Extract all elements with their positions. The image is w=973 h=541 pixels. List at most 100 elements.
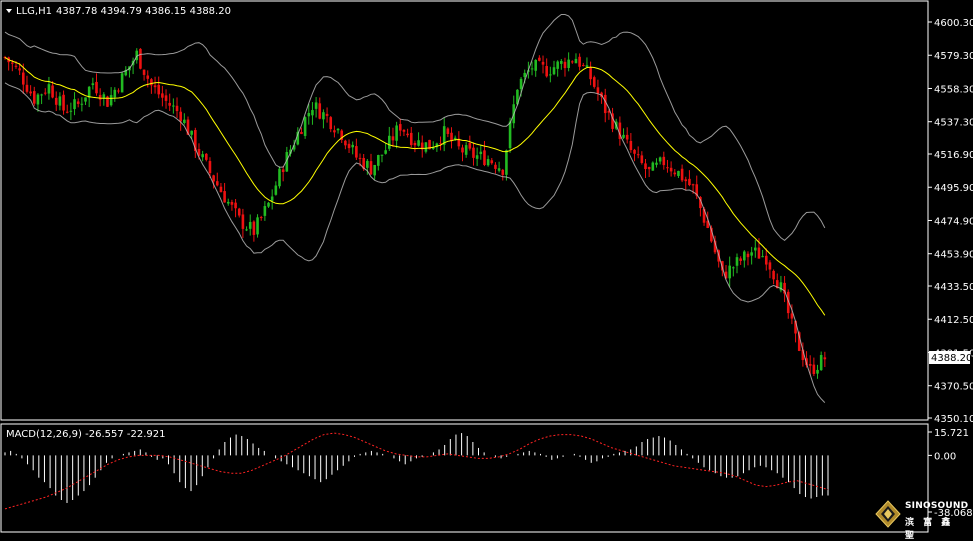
- candle-body: [677, 170, 680, 176]
- candle-body: [98, 94, 102, 100]
- candle-body: [205, 153, 208, 160]
- candle-body: [54, 97, 58, 105]
- candle-body: [684, 179, 688, 182]
- candle-body: [461, 147, 464, 153]
- candle-body: [816, 369, 819, 374]
- candle-body: [395, 125, 398, 141]
- candle-body: [486, 159, 490, 166]
- candle-body: [241, 214, 245, 229]
- candle-body: [424, 142, 428, 152]
- candle-body: [764, 255, 768, 265]
- candle-body: [274, 185, 278, 195]
- candle-body: [58, 96, 62, 106]
- candle-body: [519, 78, 523, 90]
- candle-body: [691, 184, 695, 186]
- candle-body: [32, 91, 36, 104]
- candle-body: [472, 147, 475, 158]
- candle-body: [384, 150, 387, 154]
- watermark-brand: SINOSOUND: [905, 501, 969, 511]
- candle-body: [479, 151, 483, 155]
- candle-body: [625, 134, 629, 140]
- macd-tick-label: 15.721: [934, 428, 969, 439]
- candle-body: [300, 131, 303, 135]
- candle-body: [307, 112, 311, 117]
- candle-body: [322, 112, 325, 120]
- candle-body: [391, 136, 395, 141]
- candle-body: [314, 102, 318, 109]
- candle-body: [40, 94, 43, 96]
- candle-body: [662, 156, 666, 166]
- current-price-label: 4388.20: [931, 353, 972, 364]
- candle-body: [655, 162, 658, 165]
- candle-body: [603, 94, 607, 114]
- candle-body: [259, 217, 263, 219]
- candle-body: [172, 105, 175, 107]
- price-tick-label: 4495.90: [934, 183, 973, 194]
- candle-body: [680, 168, 684, 181]
- candle-body: [398, 124, 402, 131]
- candle-body: [146, 75, 150, 79]
- candle-body: [669, 167, 673, 172]
- candle-body: [303, 117, 307, 136]
- candle-body: [201, 154, 204, 158]
- candle-body: [647, 167, 651, 170]
- candle-body: [113, 89, 117, 98]
- diamond-logo-icon: [875, 500, 901, 528]
- candle-body: [402, 129, 406, 132]
- candle-body: [252, 221, 256, 235]
- candle-body: [640, 155, 644, 163]
- candle-body: [369, 161, 373, 175]
- candle-body: [190, 130, 193, 135]
- candle-body: [556, 61, 559, 69]
- candle-body: [823, 357, 827, 360]
- candle-body: [571, 61, 574, 63]
- candle-body: [651, 162, 655, 171]
- candle-body: [29, 91, 32, 94]
- candle-body: [22, 72, 25, 85]
- price-tick-label: 4370.50: [934, 382, 973, 393]
- price-tick-label: 4350.10: [934, 414, 973, 425]
- candle-body: [446, 128, 450, 134]
- candle-body: [150, 79, 153, 86]
- candle-body: [666, 167, 669, 169]
- candle-body: [406, 133, 409, 136]
- candle-body: [164, 95, 168, 101]
- candle-body: [109, 95, 113, 106]
- candle-body: [234, 202, 237, 209]
- candle-body: [757, 247, 761, 259]
- candle-body: [772, 270, 775, 280]
- price-tick-label: 4579.30: [934, 51, 973, 62]
- candle-body: [25, 84, 29, 92]
- candle-body: [501, 169, 505, 175]
- candle-body: [208, 161, 212, 174]
- symbol-label[interactable]: LLG,H1: [16, 6, 52, 17]
- candle-body: [219, 186, 223, 193]
- candle-body: [743, 251, 746, 261]
- candle-body: [380, 154, 384, 156]
- current-price-marker: 4388.20: [929, 351, 972, 364]
- candle-body: [84, 97, 87, 102]
- candle-body: [175, 105, 179, 112]
- candle-body: [248, 221, 252, 229]
- watermark-sub: 滨 富 鑫 聖: [905, 518, 954, 541]
- candle-body: [750, 252, 753, 256]
- candle-body: [819, 355, 823, 371]
- candle-body: [497, 168, 501, 171]
- macd-title: MACD(12,26,9) -26.557 -22.921: [6, 429, 166, 440]
- candle-body: [560, 60, 563, 64]
- candle-body: [636, 154, 640, 156]
- price-tick-label: 4433.50: [934, 282, 973, 293]
- candle-body: [739, 258, 742, 261]
- candle-body: [43, 92, 47, 94]
- candle-body: [563, 61, 567, 69]
- candle-body: [95, 81, 98, 94]
- candle-body: [344, 140, 347, 146]
- candle-body: [523, 72, 527, 78]
- candle-body: [183, 119, 186, 124]
- candle-body: [14, 65, 18, 67]
- candle-body: [215, 181, 219, 186]
- candle-body: [464, 145, 468, 155]
- candle-body: [120, 73, 124, 93]
- candle-body: [230, 201, 234, 205]
- candle-body: [505, 150, 508, 175]
